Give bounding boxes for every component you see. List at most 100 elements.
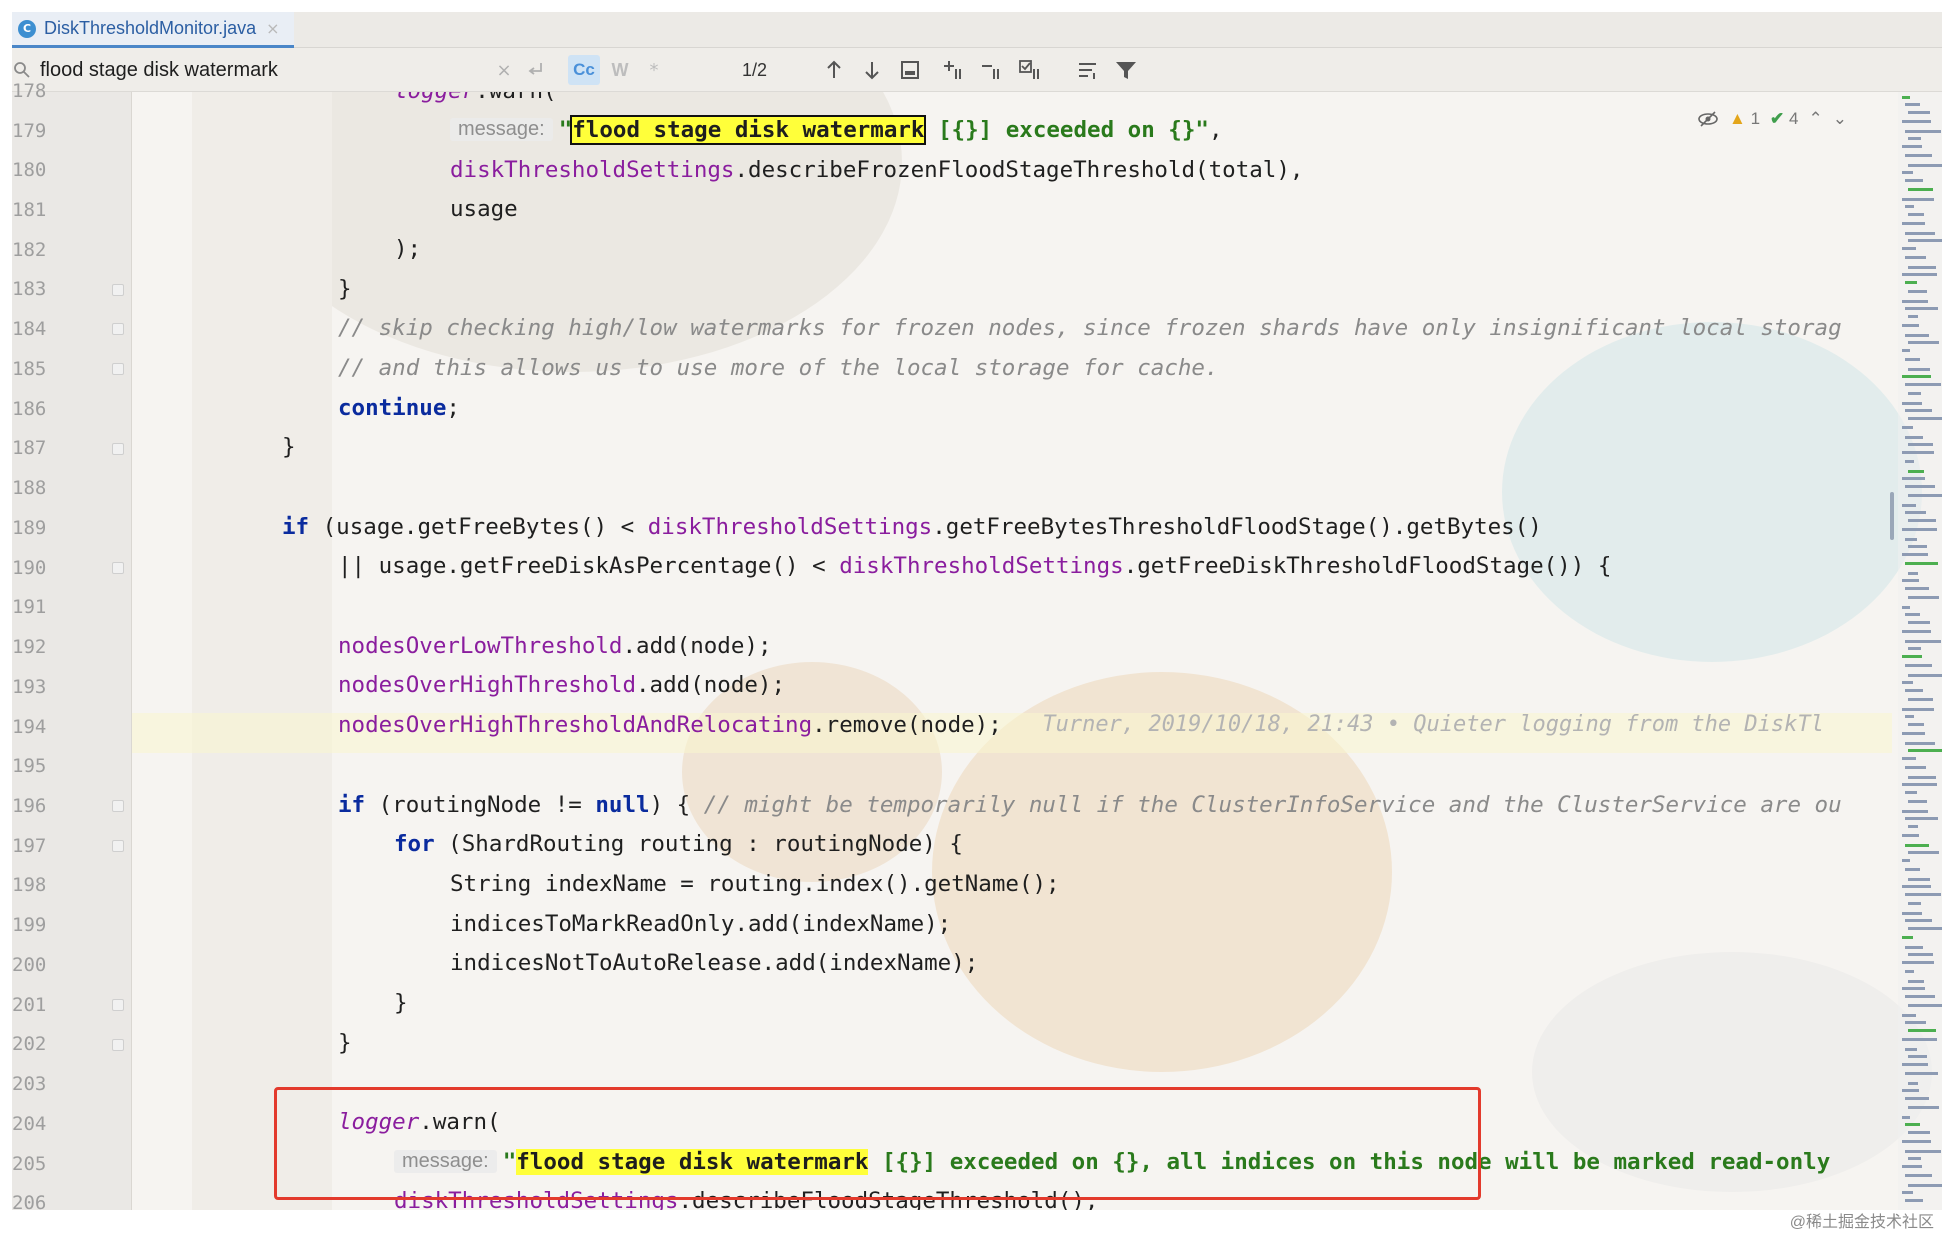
select-all-matches-icon[interactable]	[1016, 57, 1044, 83]
minimap-line	[1908, 470, 1924, 473]
code-line-192: nodesOverLowThreshold .add(node);	[338, 632, 772, 659]
line-number: 195	[12, 755, 47, 778]
add-occurrence-icon[interactable]	[940, 57, 968, 83]
chevron-up-icon[interactable]: ⌃	[1808, 109, 1822, 129]
inspection-widget[interactable]: ▲ 1 ✔ 4 ⌃ ⌄	[1697, 106, 1847, 132]
find-bar: × Cc W * 1/2	[12, 48, 1942, 92]
close-icon[interactable]: ×	[266, 19, 279, 38]
line-number: 194	[12, 715, 47, 738]
line-number: 200	[12, 953, 47, 976]
minimap-line	[1902, 732, 1925, 735]
fold-marker-icon[interactable]	[112, 283, 124, 296]
minimap-line	[1908, 164, 1942, 167]
fold-marker-icon[interactable]	[112, 998, 124, 1011]
remove-occurrence-icon[interactable]	[978, 57, 1006, 83]
code-line-198: String indexName = routing.index().getNa…	[450, 870, 1060, 897]
minimap-line	[1908, 647, 1921, 650]
minimap-line	[1908, 1131, 1930, 1134]
code-line-189: if (usage.getFreeBytes() < diskThreshold…	[282, 513, 1542, 540]
minimap-line	[1902, 936, 1913, 939]
minimap-line	[1905, 538, 1917, 541]
minimap-line	[1905, 281, 1917, 284]
code-line-199: indicesToMarkReadOnly.add(indexName);	[450, 910, 952, 937]
minimap-line	[1902, 1089, 1919, 1092]
minimap-line	[1902, 553, 1928, 556]
minimap-line	[1902, 300, 1928, 303]
check-count: 4	[1789, 109, 1799, 128]
filter-icon[interactable]	[1112, 57, 1140, 83]
minimap-line	[1905, 742, 1935, 745]
line-number: 187	[12, 437, 47, 460]
minimap-line	[1902, 810, 1928, 813]
minimap-line	[1902, 961, 1934, 964]
minimap-line	[1905, 1048, 1917, 1051]
code-editor[interactable]: logger.warn( message:"flood stage disk w…	[132, 92, 1892, 1210]
minimap-line	[1902, 222, 1925, 225]
match-count: 1/2	[742, 60, 768, 80]
minimap-line	[1908, 519, 1936, 522]
fold-marker-icon[interactable]	[112, 363, 124, 376]
clear-search-icon[interactable]: ×	[490, 56, 518, 84]
tab-bar: C DiskThresholdMonitor.java ×	[12, 12, 1942, 48]
select-all-occurrences-icon[interactable]	[896, 57, 924, 83]
line-number: 190	[12, 556, 47, 579]
minimap-line	[1908, 927, 1942, 930]
minimap-line	[1908, 698, 1933, 701]
fold-marker-icon[interactable]	[112, 800, 124, 813]
fold-marker-icon[interactable]	[112, 442, 124, 455]
fold-marker-icon[interactable]	[112, 561, 124, 574]
minimap-line	[1908, 315, 1918, 318]
minimap-line	[1902, 451, 1934, 454]
filter-options-icon[interactable]	[1074, 57, 1102, 83]
minimap-line	[1908, 572, 1918, 575]
code-line-206: diskThresholdSettings .describeFloodStage…	[394, 1187, 1099, 1210]
minimap-line	[1902, 579, 1919, 582]
new-line-icon[interactable]	[522, 56, 550, 84]
minimap-line	[1902, 630, 1931, 633]
minimap-line	[1902, 198, 1934, 201]
minimap-line	[1902, 1116, 1910, 1119]
minimap-line	[1905, 256, 1926, 259]
scrollbar-thumb[interactable]	[1890, 492, 1894, 540]
minimap-line	[1908, 1157, 1921, 1160]
minimap-line	[1905, 640, 1941, 643]
minimap-line	[1905, 1174, 1932, 1177]
whole-words-toggle[interactable]: W	[606, 56, 634, 84]
minimap-line	[1908, 825, 1918, 828]
minimap-line	[1908, 545, 1927, 548]
line-number: 184	[12, 318, 47, 341]
code-line-178: logger.warn(	[394, 92, 557, 111]
watermark: @稀土掘金技术社区	[1789, 1214, 1934, 1231]
editor-window: C DiskThresholdMonitor.java × × Cc W * 1…	[12, 12, 1942, 1210]
regex-toggle[interactable]: *	[640, 56, 668, 84]
match-case-toggle[interactable]: Cc	[568, 55, 600, 85]
minimap-line	[1902, 757, 1916, 760]
hide-annotations-icon[interactable]	[1697, 110, 1719, 128]
minimap-line	[1905, 791, 1917, 794]
minimap-line	[1905, 1123, 1920, 1126]
arrow-down-icon[interactable]	[858, 57, 886, 83]
minimap-line	[1902, 708, 1934, 711]
code-line-180: diskThresholdSettings .describeFrozenFloo…	[450, 156, 1304, 183]
minimap-line	[1908, 953, 1933, 956]
code-line-181: usage	[450, 195, 518, 222]
minimap[interactable]	[1898, 92, 1942, 1210]
chevron-down-icon[interactable]: ⌄	[1833, 109, 1847, 129]
search-input[interactable]	[40, 54, 480, 86]
git-blame-annotation[interactable]: Turner, 2019/10/18, 21:43 • Quieter logg…	[1042, 712, 1823, 737]
arrow-up-icon[interactable]	[820, 57, 848, 83]
line-number: 203	[12, 1073, 47, 1096]
parameter-hint: message:	[450, 118, 553, 142]
line-number: 185	[12, 357, 47, 380]
tab-disk-threshold-monitor[interactable]: C DiskThresholdMonitor.java ×	[12, 12, 294, 48]
code-line-186: continue;	[338, 394, 460, 421]
minimap-line	[1905, 893, 1941, 896]
minimap-line	[1905, 995, 1935, 998]
fold-marker-icon[interactable]	[112, 839, 124, 852]
fold-marker-icon[interactable]	[112, 323, 124, 336]
minimap-line	[1905, 436, 1923, 439]
minimap-line	[1905, 232, 1935, 235]
fold-marker-icon[interactable]	[112, 1038, 124, 1051]
minimap-line	[1902, 96, 1910, 99]
line-number: 180	[12, 159, 47, 182]
